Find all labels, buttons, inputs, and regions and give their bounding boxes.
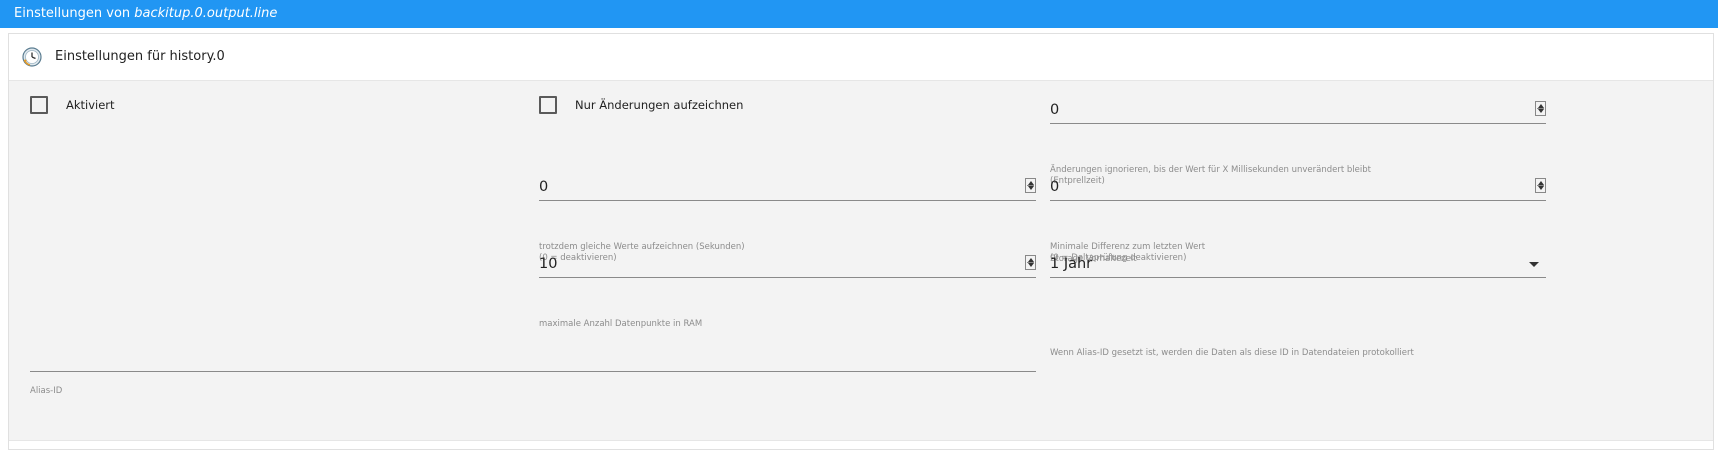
settings-panel: Einstellungen für history.0 Aktiviert Nu…	[8, 33, 1714, 450]
same-values-input[interactable]: 0	[539, 177, 548, 197]
enabled-label: Aktiviert	[66, 98, 115, 112]
max-points-help: maximale Anzahl Datenpunkte in RAM	[539, 319, 703, 329]
spinner-down-icon[interactable]	[1538, 109, 1544, 113]
debounce-field[interactable]: 0	[1050, 100, 1546, 140]
alias-id-underline	[30, 371, 1036, 372]
min-diff-input[interactable]: 0	[1050, 177, 1059, 197]
alias-help: Wenn Alias-ID gesetzt ist, werden die Da…	[1050, 348, 1414, 358]
changes-only-row[interactable]: Nur Änderungen aufzeichnen	[539, 96, 743, 114]
same-values-field[interactable]: 0	[539, 177, 1036, 217]
debounce-underline	[1050, 123, 1546, 124]
dialog-titlebar: Einstellungen von backitup.0.output.line	[0, 0, 1718, 28]
panel-title: Einstellungen für history.0	[55, 49, 225, 64]
enabled-checkbox[interactable]	[30, 96, 48, 114]
max-points-input[interactable]: 10	[539, 254, 557, 274]
spinner-down-icon[interactable]	[1538, 186, 1544, 190]
changes-only-checkbox[interactable]	[539, 96, 557, 114]
same-values-underline	[539, 200, 1036, 201]
max-points-underline	[539, 277, 1036, 278]
min-diff-field[interactable]: 0	[1050, 177, 1546, 217]
dialog-title-object: backitup.0.output.line	[134, 6, 278, 21]
max-points-spinner[interactable]	[1025, 255, 1036, 270]
debounce-input[interactable]: 0	[1050, 100, 1059, 120]
same-values-spinner[interactable]	[1025, 178, 1036, 193]
enabled-row[interactable]: Aktiviert	[30, 96, 115, 114]
min-diff-underline	[1050, 200, 1546, 201]
chevron-down-icon[interactable]	[1529, 262, 1539, 267]
retention-select[interactable]: 1 Jahr	[1050, 254, 1546, 294]
panel-divider	[9, 440, 1713, 441]
spinner-down-icon[interactable]	[1028, 263, 1034, 267]
debounce-spinner[interactable]	[1535, 101, 1546, 116]
panel-body: Aktiviert Nur Änderungen aufzeichnen 0 Ä…	[9, 81, 1713, 440]
dialog-title-prefix: Einstellungen von	[14, 6, 135, 21]
alias-id-label: Alias-ID	[30, 386, 63, 396]
retention-underline	[1050, 277, 1546, 278]
spinner-down-icon[interactable]	[1028, 186, 1034, 190]
history-clock-icon	[22, 47, 42, 67]
alias-id-field[interactable]	[30, 347, 1036, 377]
max-points-field[interactable]: 10	[539, 254, 1036, 294]
retention-value[interactable]: 1 Jahr	[1050, 254, 1092, 274]
changes-only-label: Nur Änderungen aufzeichnen	[575, 98, 744, 112]
panel-header[interactable]: Einstellungen für history.0	[9, 34, 1713, 81]
min-diff-spinner[interactable]	[1535, 178, 1546, 193]
